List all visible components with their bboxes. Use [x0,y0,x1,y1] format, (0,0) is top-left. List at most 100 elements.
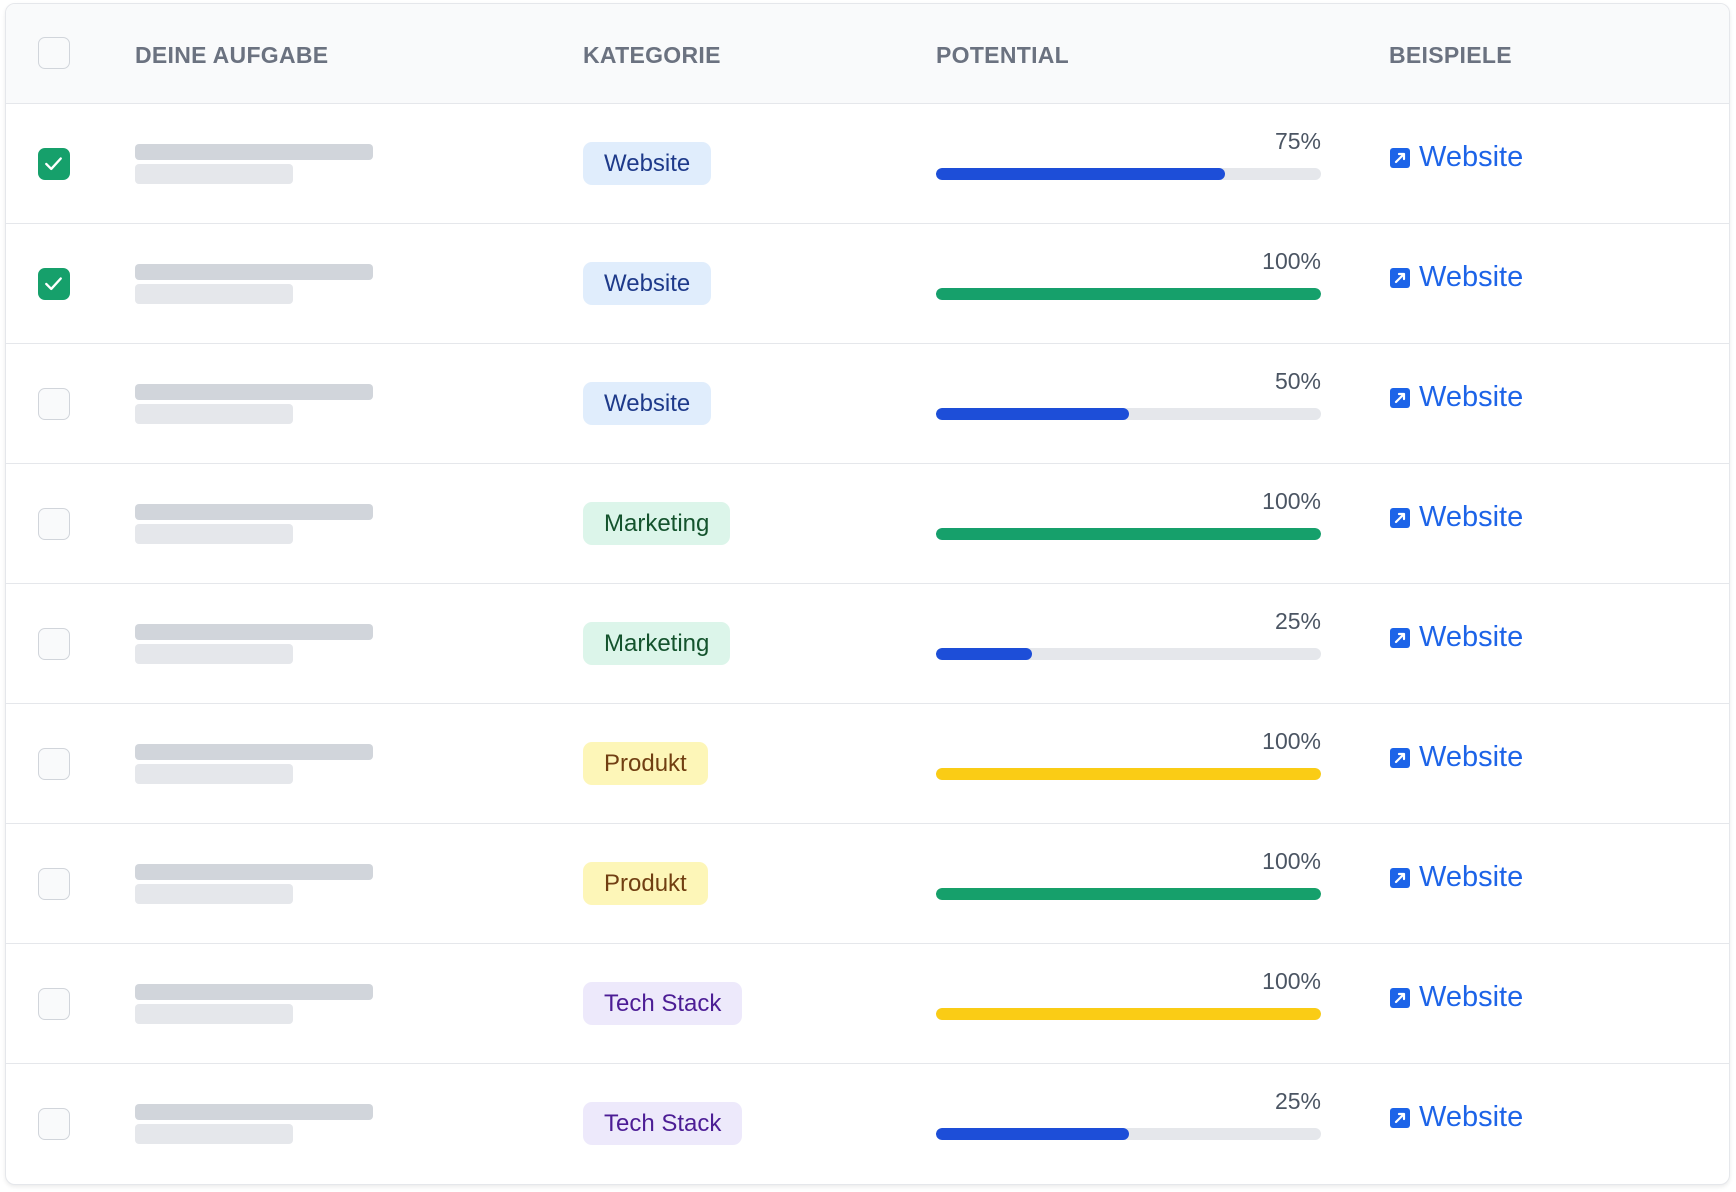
table-row: Website 50% Website [6,344,1729,464]
row-checkbox[interactable] [38,388,70,420]
select-all-checkbox[interactable] [38,37,70,69]
task-subtitle-placeholder [135,644,293,664]
category-badge: Marketing [583,622,731,665]
potential-bar-fill [936,408,1129,420]
table-row: Website 75% Website [6,104,1729,224]
external-link-icon [1390,627,1410,648]
potential-bar [936,288,1321,300]
task-title-placeholder [135,504,373,520]
potential-percent: 100% [1262,968,1321,994]
category-badge: Website [583,262,712,305]
header-category[interactable]: KATEGORIE [583,42,721,69]
table-row: Website 100% Website [6,224,1729,344]
external-link-icon [1390,987,1410,1008]
task-subtitle-placeholder [135,164,293,184]
example-link[interactable]: Website [1389,501,1523,534]
header-potential[interactable]: POTENTIAL [936,42,1069,69]
example-link[interactable]: Website [1389,741,1523,774]
potential-bar-fill [936,528,1321,540]
row-checkbox[interactable] [38,1108,70,1140]
potential-percent: 100% [1262,728,1321,754]
task-subtitle-placeholder [135,284,293,304]
potential-percent: 100% [1262,848,1321,874]
potential-percent: 25% [1274,1088,1321,1114]
potential-bar [936,768,1321,780]
tasks-table: DEINE AUFGABE KATEGORIE POTENTIAL BEISPI… [5,3,1730,1185]
example-link[interactable]: Website [1389,261,1523,294]
task-subtitle-placeholder [135,1124,293,1144]
header-examples[interactable]: BEISPIELE [1389,42,1512,69]
row-checkbox[interactable] [38,268,70,300]
table-row: Produkt 100% Website [6,704,1729,824]
external-link-icon [1390,867,1410,888]
potential-bar-fill [936,888,1321,900]
task-title-placeholder [135,864,373,880]
task-title-placeholder [135,744,373,760]
table-header: DEINE AUFGABE KATEGORIE POTENTIAL BEISPI… [6,4,1729,104]
example-link-label: Website [1419,741,1524,773]
potential-bar [936,1008,1321,1020]
category-badge: Produkt [583,742,708,785]
example-link[interactable]: Website [1389,381,1523,414]
table-row: Tech Stack 100% Website [6,944,1729,1064]
category-badge: Website [583,142,712,185]
task-title-placeholder [135,1104,373,1120]
row-checkbox[interactable] [38,508,70,540]
example-link[interactable]: Website [1389,861,1523,894]
row-checkbox[interactable] [38,628,70,660]
example-link-label: Website [1419,1101,1524,1133]
external-link-icon [1390,147,1410,168]
table-body: Website 75% Website Website 100% Website Websi… [6,104,1729,1184]
category-badge: Website [583,382,712,425]
potential-percent: 25% [1274,608,1321,634]
potential-bar-fill [936,768,1321,780]
row-checkbox[interactable] [38,988,70,1020]
task-subtitle-placeholder [135,884,293,904]
example-link-label: Website [1419,861,1524,893]
external-link-icon [1390,507,1410,528]
row-checkbox[interactable] [38,148,70,180]
category-badge: Tech Stack [583,982,743,1025]
potential-percent: 75% [1274,128,1321,154]
table-row: Produkt 100% Website [6,824,1729,944]
potential-bar [936,648,1321,660]
example-link-label: Website [1419,261,1524,293]
potential-bar-fill [936,168,1225,180]
potential-percent: 50% [1274,368,1321,394]
task-subtitle-placeholder [135,1004,293,1024]
potential-bar [936,168,1321,180]
example-link-label: Website [1419,141,1524,173]
external-link-icon [1390,267,1410,288]
potential-bar [936,528,1321,540]
table-row: Tech Stack 25% Website [6,1064,1729,1184]
potential-bar [936,408,1321,420]
table-row: Marketing 25% Website [6,584,1729,704]
task-subtitle-placeholder [135,404,293,424]
external-link-icon [1390,387,1410,408]
row-checkbox[interactable] [38,748,70,780]
example-link-label: Website [1419,381,1524,413]
example-link-label: Website [1419,981,1524,1013]
potential-bar [936,888,1321,900]
example-link[interactable]: Website [1389,981,1523,1014]
example-link[interactable]: Website [1389,141,1523,174]
task-title-placeholder [135,384,373,400]
potential-bar [936,1128,1321,1140]
category-badge: Marketing [583,502,731,545]
task-title-placeholder [135,264,373,280]
potential-bar-fill [936,1008,1321,1020]
task-title-placeholder [135,144,373,160]
example-link[interactable]: Website [1389,1101,1523,1134]
header-task[interactable]: DEINE AUFGABE [135,42,328,69]
row-checkbox[interactable] [38,868,70,900]
example-link-label: Website [1419,501,1524,533]
task-title-placeholder [135,624,373,640]
potential-percent: 100% [1262,248,1321,274]
task-subtitle-placeholder [135,764,293,784]
example-link[interactable]: Website [1389,621,1523,654]
potential-percent: 100% [1262,488,1321,514]
task-subtitle-placeholder [135,524,293,544]
example-link-label: Website [1419,621,1524,653]
category-badge: Produkt [583,862,708,905]
potential-bar-fill [936,648,1033,660]
